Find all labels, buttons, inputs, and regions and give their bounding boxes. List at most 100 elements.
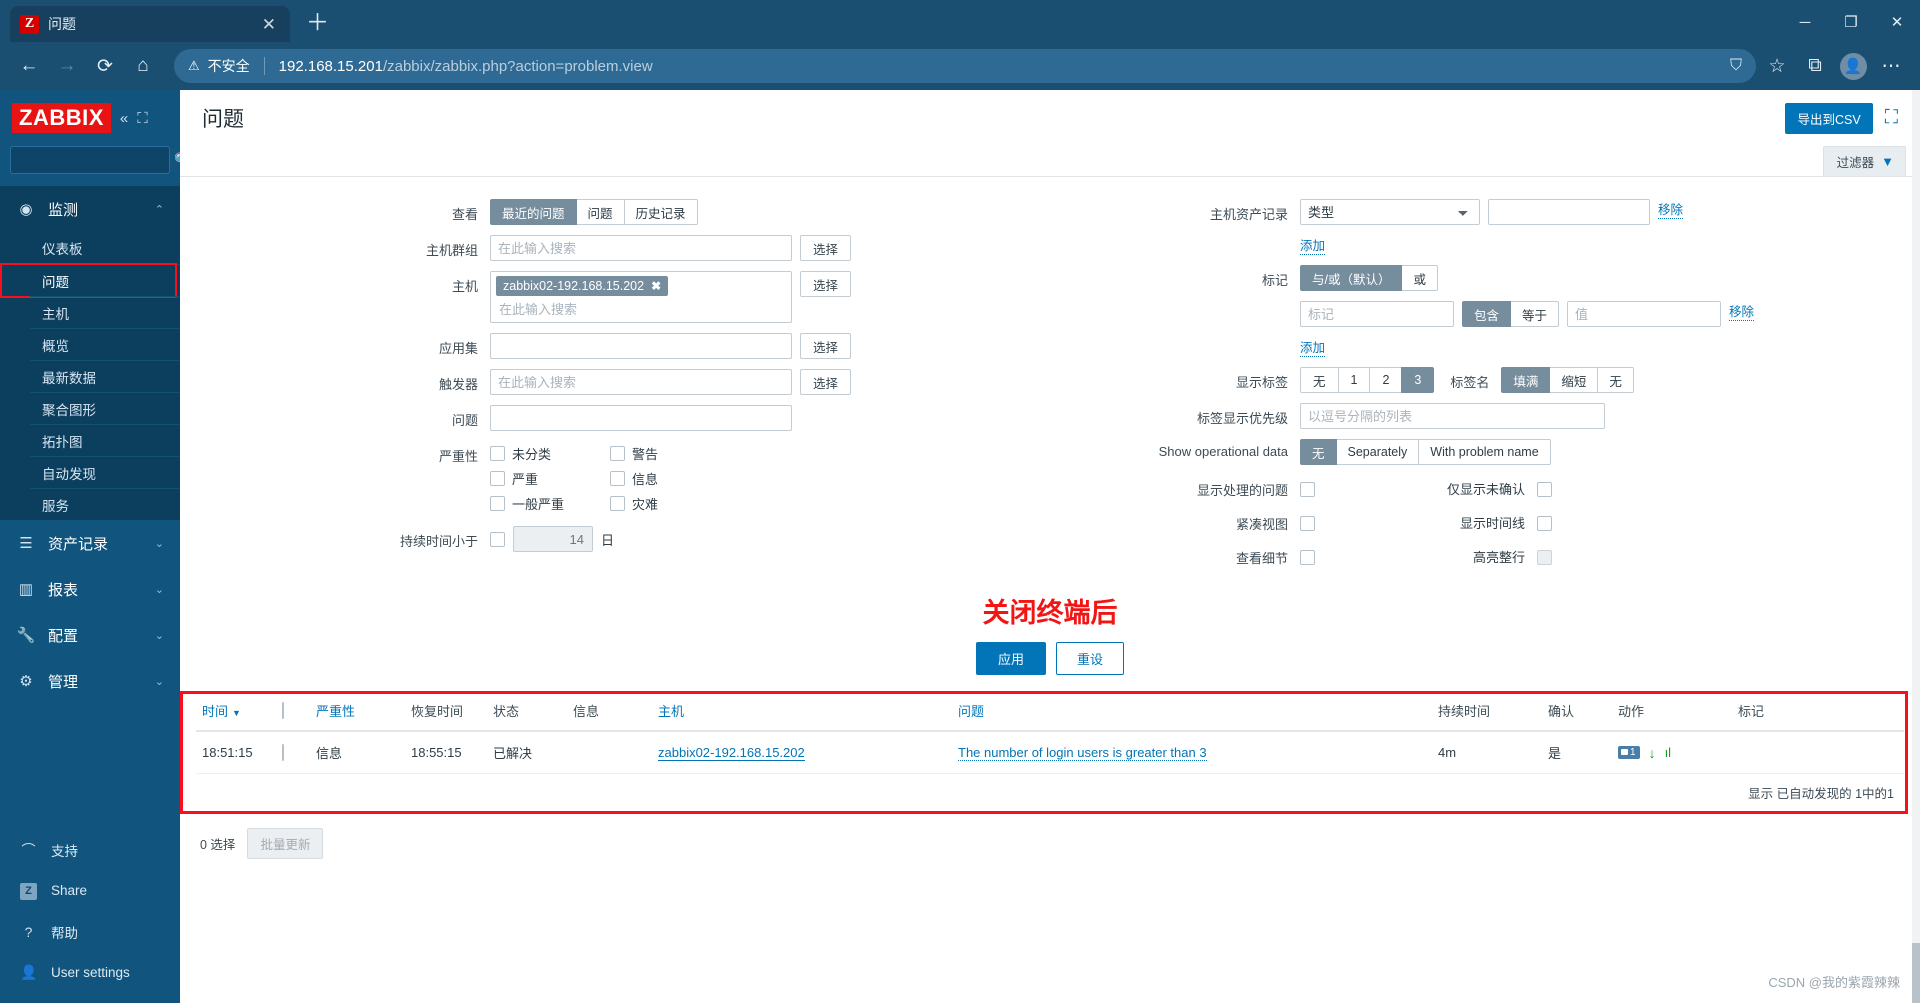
sidebar-item-administration[interactable]: ⚙ 管理 ⌄ — [0, 658, 180, 704]
more-options-icon[interactable]: ⋯ — [1874, 49, 1908, 83]
sidebar-item-inventory[interactable]: ☰ 资产记录 ⌄ — [0, 520, 180, 566]
sidebar-item-user-settings[interactable]: 👤 User settings — [0, 952, 180, 993]
sidebar-item-overview[interactable]: 概览 — [30, 328, 180, 360]
view-option-problems[interactable]: 问题 — [575, 199, 625, 225]
cell-ack[interactable]: 是 — [1542, 731, 1612, 774]
show-timeline-checkbox[interactable] — [1537, 515, 1552, 531]
sidebar-item-dashboard[interactable]: 仪表板 — [30, 232, 180, 264]
show-details-checkbox[interactable] — [1300, 549, 1315, 565]
cell-recovery-time[interactable]: 18:55:15 — [405, 731, 487, 774]
profile-avatar[interactable]: 👤 — [1836, 49, 1870, 83]
th-host[interactable]: 主机 — [652, 691, 952, 732]
maximize-icon[interactable]: ❐ — [1828, 5, 1874, 39]
appset-input[interactable] — [490, 333, 792, 359]
sidebar-item-hosts[interactable]: 主机 — [30, 296, 180, 328]
host-link[interactable]: zabbix02-192.168.15.202 — [658, 745, 805, 761]
host-select-button[interactable]: 选择 — [800, 271, 852, 297]
tag-priority-input[interactable] — [1300, 403, 1605, 429]
checkbox[interactable] — [610, 446, 625, 461]
host-chip[interactable]: zabbix02-192.168.15.202 ✖ — [496, 276, 669, 296]
show-tags-2[interactable]: 2 — [1369, 367, 1403, 393]
severity-information[interactable]: 信息 — [610, 466, 730, 491]
sidebar-item-graphs[interactable]: 聚合图形 — [30, 392, 180, 424]
appset-select-button[interactable]: 选择 — [800, 333, 852, 359]
tag-name-input[interactable] — [1300, 301, 1454, 327]
tag-operator-contains[interactable]: 包含 — [1462, 301, 1512, 327]
zabbix-logo[interactable]: ZABBIX — [12, 103, 111, 133]
show-tags-3[interactable]: 3 — [1401, 367, 1435, 393]
show-tags-1[interactable]: 1 — [1337, 367, 1371, 393]
th-time[interactable]: 时间 ▼ — [196, 691, 276, 732]
close-window-icon[interactable]: ✕ — [1874, 5, 1920, 39]
tags-mode-andor[interactable]: 与/或（默认） — [1300, 265, 1403, 291]
host-chip-remove-icon[interactable]: ✖ — [651, 279, 661, 293]
browser-tab[interactable]: Z 问题 ✕ — [10, 6, 290, 42]
compact-view-checkbox[interactable] — [1300, 515, 1315, 531]
duration-input[interactable] — [513, 526, 593, 552]
home-icon[interactable]: ⌂ — [126, 49, 160, 83]
severity-high[interactable]: 严重 — [490, 466, 610, 491]
search-input[interactable] — [19, 153, 174, 167]
sidebar-expand-icon[interactable]: ⛶ — [137, 110, 148, 127]
op-data-with-problem-name[interactable]: With problem name — [1418, 439, 1551, 465]
sidebar-collapse-icon[interactable]: « — [120, 110, 128, 127]
sidebar-item-reports[interactable]: ▥ 报表 ⌄ — [0, 566, 180, 612]
sidebar-item-share[interactable]: Z Share — [0, 870, 180, 911]
op-data-none[interactable]: 无 — [1300, 439, 1337, 465]
table-row[interactable]: 18:51:15 信息 18:55:15 已解决 zabbix02-192.16… — [196, 731, 1904, 774]
host-record-type-select[interactable]: 类型 — [1300, 199, 1480, 225]
kiosk-mode-icon[interactable]: ⛶ — [1885, 107, 1898, 129]
checkbox[interactable] — [610, 471, 625, 486]
export-csv-button[interactable]: 导出到CSV — [1785, 102, 1873, 134]
problem-link[interactable]: The number of login users is greater tha… — [958, 745, 1207, 761]
checkbox[interactable] — [490, 471, 505, 486]
host-record-value-input[interactable] — [1488, 199, 1650, 225]
checkbox[interactable] — [490, 446, 505, 461]
new-tab-icon[interactable]: ＋ — [306, 3, 329, 37]
filter-tab[interactable]: 过滤器 ▼ — [1822, 146, 1906, 176]
hostgroup-select-button[interactable]: 选择 — [800, 235, 852, 261]
reset-button[interactable]: 重设 — [1056, 642, 1125, 675]
back-icon[interactable]: ← — [12, 49, 46, 83]
th-problem[interactable]: 问题 — [952, 691, 1432, 732]
hostgroup-input[interactable] — [490, 235, 792, 261]
tag-name-none[interactable]: 无 — [1597, 367, 1634, 393]
sidebar-item-configuration[interactable]: 🔧 配置 ⌄ — [0, 612, 180, 658]
sidebar-item-problems[interactable]: 问题 — [0, 263, 180, 298]
sidebar-item-support[interactable]: ⌒ 支持 — [0, 829, 180, 870]
apply-button[interactable]: 应用 — [975, 642, 1046, 675]
sidebar-item-maps[interactable]: 拓扑图 — [30, 424, 180, 456]
duration-checkbox[interactable] — [490, 531, 505, 547]
tag-operator-equals[interactable]: 等于 — [1510, 301, 1560, 327]
host-input-placeholder[interactable]: 在此输入搜索 — [496, 296, 786, 318]
sidebar-item-services[interactable]: 服务 — [30, 488, 180, 520]
favorite-icon[interactable]: ☆ — [1760, 49, 1794, 83]
host-record-remove-link[interactable]: 移除 — [1658, 199, 1684, 219]
view-option-history[interactable]: 历史记录 — [623, 199, 698, 225]
message-icon[interactable]: 1 — [1618, 746, 1640, 759]
view-option-recent[interactable]: 最近的问题 — [490, 199, 577, 225]
reload-icon[interactable]: ⟳ — [88, 49, 122, 83]
collections-icon[interactable]: ⛉ — [1730, 57, 1742, 75]
actions-bars-icon[interactable]: ıl — [1665, 745, 1672, 760]
cell-problem[interactable]: The number of login users is greater tha… — [952, 731, 1432, 774]
address-bar[interactable]: ⚠ 不安全 192.168.15.201/zabbix/zabbix.php?a… — [174, 49, 1756, 83]
unacknowledged-only-checkbox[interactable] — [1537, 481, 1552, 497]
sidebar-search[interactable]: 🔍 — [10, 146, 190, 174]
tag-add-link[interactable]: 添加 — [1300, 337, 1326, 357]
severity-warning[interactable]: 警告 — [610, 441, 730, 466]
tag-name-full[interactable]: 填满 — [1501, 367, 1551, 393]
sidebar-item-help[interactable]: ? 帮助 — [0, 911, 180, 952]
checkbox[interactable] — [610, 496, 625, 511]
show-tags-none[interactable]: 无 — [1300, 367, 1339, 393]
row-checkbox[interactable] — [282, 744, 284, 761]
tabs-icon[interactable]: ⧉ — [1798, 49, 1832, 83]
cell-checkbox[interactable] — [276, 731, 310, 774]
minimize-icon[interactable]: ─ — [1782, 5, 1828, 39]
severity-not-classified[interactable]: 未分类 — [490, 441, 610, 466]
problem-input[interactable] — [490, 405, 792, 431]
th-severity[interactable]: 严重性 — [310, 691, 405, 732]
tag-remove-link[interactable]: 移除 — [1729, 301, 1755, 321]
trigger-input[interactable] — [490, 369, 792, 395]
host-record-add-link[interactable]: 添加 — [1300, 235, 1326, 255]
